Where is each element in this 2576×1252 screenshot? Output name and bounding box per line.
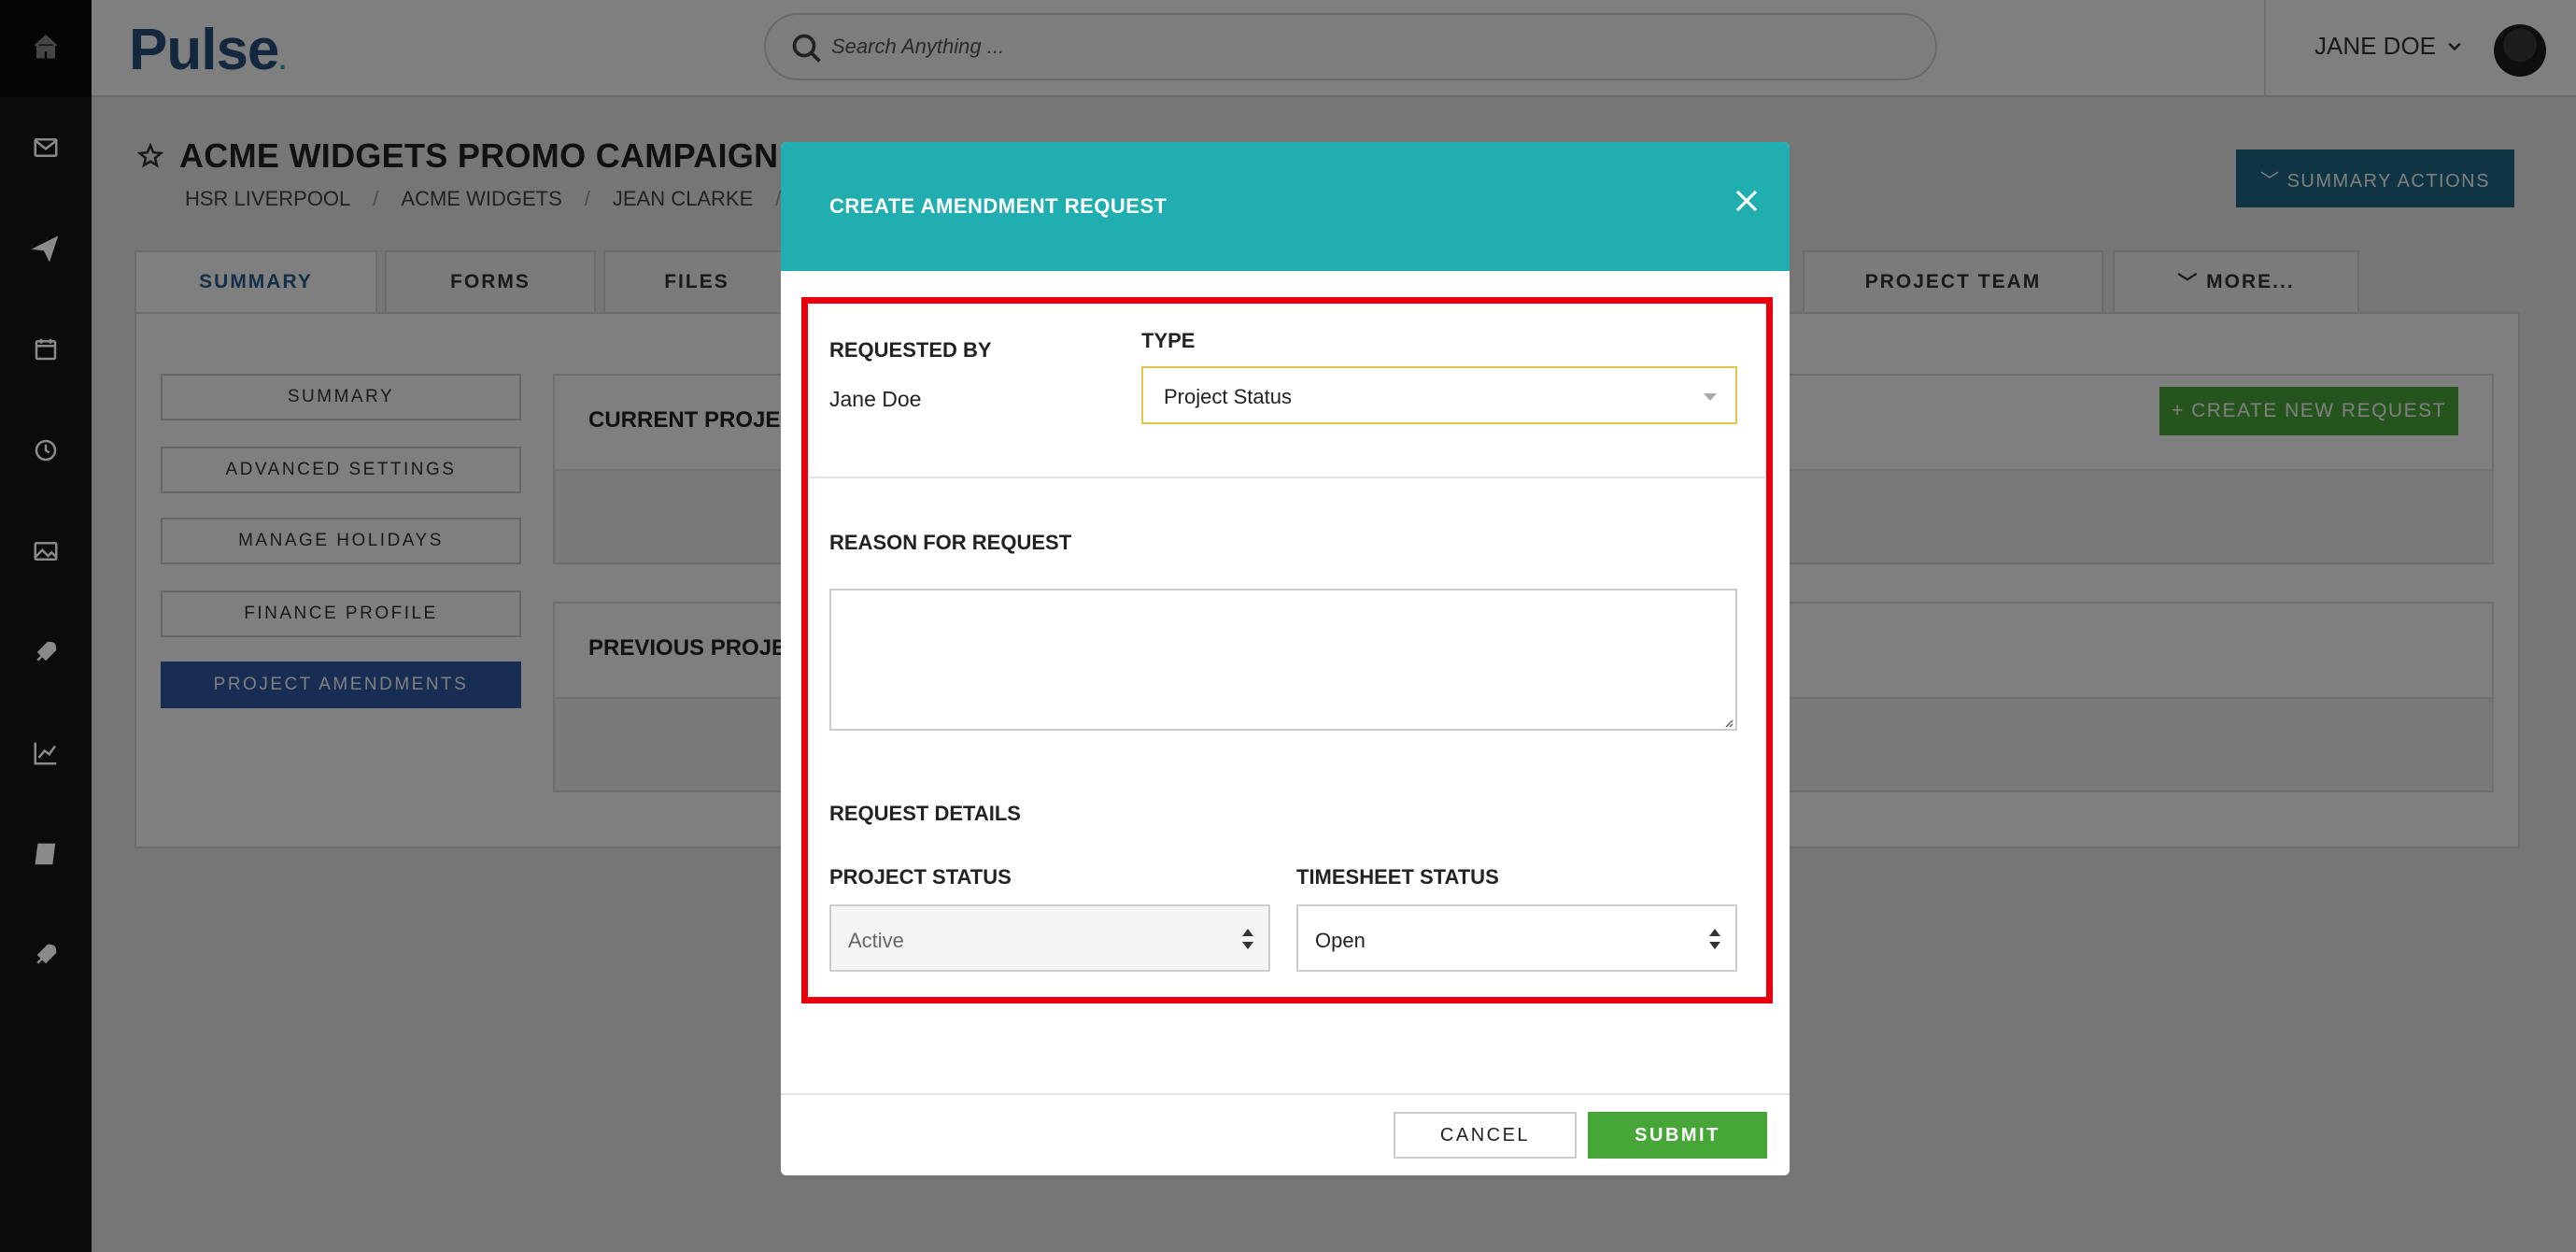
timesheet-status-select[interactable]: Open [1296, 904, 1737, 972]
request-details-label: REQUEST DETAILS [829, 802, 1021, 825]
create-amendment-modal: CREATE AMENDMENT REQUEST REQUESTED BY Ja… [781, 142, 1790, 1175]
close-icon [1735, 190, 1758, 211]
resize-grip-icon[interactable] [1722, 716, 1734, 728]
type-select-value: Project Status [1164, 385, 1292, 408]
project-status-select[interactable]: Active [829, 904, 1270, 972]
project-status-label: PROJECT STATUS [829, 865, 1012, 889]
sort-arrows-icon [1242, 927, 1253, 953]
reason-label: REASON FOR REQUEST [829, 531, 1072, 554]
close-button[interactable] [1730, 185, 1763, 219]
calendar-icon[interactable] [27, 331, 64, 368]
book-icon[interactable] [27, 835, 64, 873]
rocket-icon[interactable] [27, 936, 64, 974]
project-status-value: Active [848, 929, 904, 952]
reason-textarea[interactable] [829, 589, 1737, 731]
image-icon[interactable] [27, 533, 64, 570]
type-select[interactable]: Project Status [1141, 366, 1737, 424]
mail-icon[interactable] [27, 129, 64, 166]
caret-down-icon [1704, 393, 1717, 401]
sort-arrows-icon [1709, 927, 1720, 953]
requested-by-value: Jane Doe [829, 387, 922, 411]
modal-backdrop-top[interactable] [0, 0, 2576, 97]
type-label: TYPE [1141, 329, 1196, 352]
timesheet-status-label: TIMESHEET STATUS [1296, 865, 1499, 889]
clock-icon[interactable] [27, 432, 64, 469]
left-nav-rail [0, 0, 92, 1252]
timesheet-status-value: Open [1315, 929, 1366, 952]
modal-title: CREATE AMENDMENT REQUEST [829, 194, 1168, 218]
submit-button[interactable]: SUBMIT [1588, 1112, 1767, 1159]
requested-by-label: REQUESTED BY [829, 338, 992, 362]
send-icon[interactable] [27, 230, 64, 267]
chart-icon[interactable] [27, 734, 64, 772]
rocket-icon[interactable] [27, 633, 64, 671]
divider [781, 1093, 1790, 1095]
cancel-button[interactable]: CANCEL [1394, 1112, 1577, 1159]
modal-header: CREATE AMENDMENT REQUEST [781, 142, 1790, 271]
divider [809, 477, 1765, 478]
